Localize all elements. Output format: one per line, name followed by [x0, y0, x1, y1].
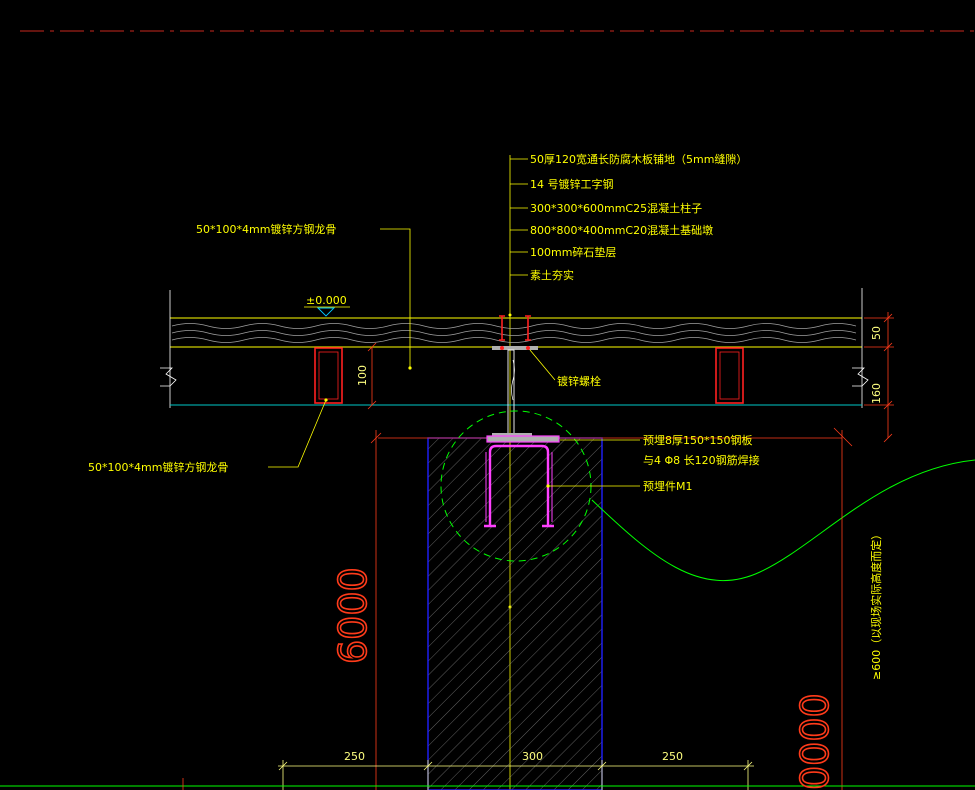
dim-keel-label: 100	[356, 365, 369, 386]
callout-decking: 50厚120宽通长防腐木板铺地（5mm缝隙）	[530, 152, 747, 166]
cad-drawing: 50厚120宽通长防腐木板铺地（5mm缝隙） 14 号镀锌工字钢 300*300…	[0, 30, 975, 790]
bolt-head-icon	[500, 346, 504, 350]
boundary-curve	[591, 459, 975, 582]
concrete-pier	[427, 437, 603, 790]
label-keel-top: 50*100*4mm镀锌方钢龙骨	[196, 222, 336, 236]
centerline-dot	[508, 313, 512, 317]
leader-keel-bottom	[268, 399, 327, 468]
callout-leaders	[510, 158, 528, 276]
steel-keel-right-inner	[719, 351, 740, 400]
callout-foundation: 800*800*400mmC20混凝土基础墩	[530, 223, 713, 237]
callout-column: 300*300*600mmC25混凝土柱子	[530, 201, 702, 215]
dim-right-big-label: 0000	[793, 693, 837, 790]
steel-keel-left-inner	[318, 351, 339, 400]
dim-right-width-label: 250	[662, 750, 683, 763]
dim-deck-label: 50	[870, 326, 883, 340]
label-keel-bottom: 50*100*4mm镀锌方钢龙骨	[88, 460, 228, 474]
leader-dot	[324, 398, 328, 402]
dim-center-width-label: 300	[522, 750, 543, 763]
label-plate-2: 与4 Φ8 长120钢筋焊接	[643, 453, 760, 467]
leader-dot	[408, 366, 412, 370]
dim-vertical-note: ≥600（以现场实际高度而定）	[869, 529, 883, 680]
i-beam	[492, 346, 538, 437]
dim-depth-big-label: 6000	[331, 567, 375, 664]
dim-gap-label: 160	[870, 383, 883, 404]
dim-keel-height	[367, 342, 377, 410]
callout-soil: 素土夯实	[530, 268, 574, 282]
leader-dot	[546, 484, 550, 488]
bolt-head-icon	[526, 346, 530, 350]
break-line-left	[160, 367, 177, 387]
break-line-right	[852, 367, 869, 387]
label-embed: 预埋件M1	[643, 480, 693, 493]
embedded-plate	[486, 435, 560, 443]
callout-i-beam: 14 号镀锌工字钢	[530, 177, 614, 191]
label-bolt: 镀锌螺栓	[557, 374, 601, 388]
leader-bolt	[529, 349, 556, 381]
callout-gravel: 100mm碎石垫层	[530, 245, 616, 259]
elevation-triangle-icon	[316, 307, 336, 317]
elevation-label: ±0.000	[306, 294, 347, 307]
label-plate-1: 预埋8厚150*150钢板	[643, 433, 753, 447]
dim-left-width-label: 250	[344, 750, 365, 763]
